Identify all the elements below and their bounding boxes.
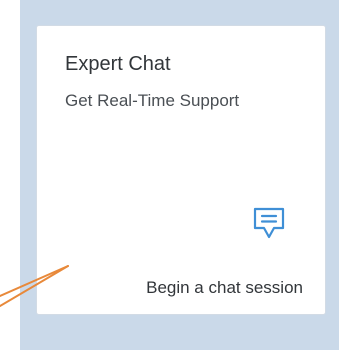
tile-footer: Begin a chat session: [146, 278, 303, 297]
expert-chat-tile[interactable]: Expert Chat Get Real-Time Support Begin …: [36, 25, 326, 315]
tile-title: Expert Chat: [65, 53, 171, 75]
tile-subtitle: Get Real-Time Support: [65, 91, 240, 110]
chat-bubble-icon: [253, 207, 285, 239]
